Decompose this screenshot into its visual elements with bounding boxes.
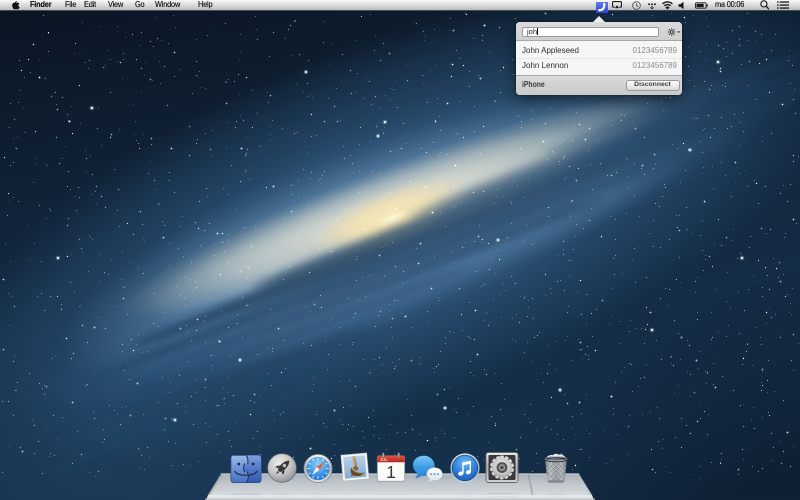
- svg-text:1: 1: [386, 494, 396, 500]
- svg-text:1: 1: [386, 462, 396, 482]
